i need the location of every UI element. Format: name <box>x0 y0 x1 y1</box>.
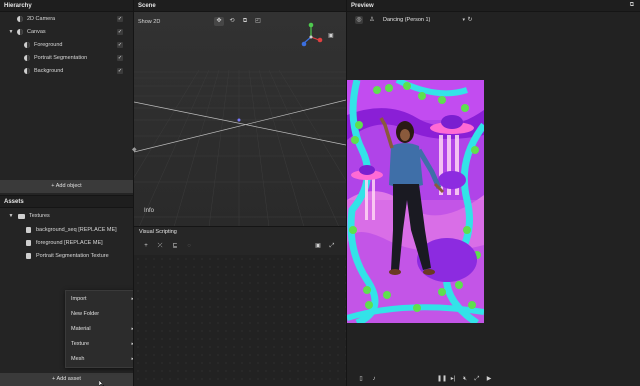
add-node-icon[interactable]: + <box>142 242 150 250</box>
menu-item-label: Import <box>71 296 87 302</box>
hierarchy-item-label: Portrait Segmentation <box>34 55 88 61</box>
hierarchy-item-background[interactable]: Background ✓ <box>0 65 133 77</box>
menu-item-texture[interactable]: Texture ▸ <box>66 337 138 352</box>
preview-bottom-toolbar: ▯ ♪ ❚❚ ▸| 🔇︎ ⤢ ▶ <box>347 373 640 386</box>
info-label[interactable]: Info <box>144 208 154 214</box>
refresh-icon[interactable]: ↻ <box>466 16 474 24</box>
caret-down-icon[interactable]: ▼ <box>8 210 14 222</box>
visual-scripting-panel: Visual Scripting + ⤫ ⊑ ○ ▣ ⤢ <box>134 227 346 386</box>
device-icon[interactable]: ▯ <box>357 375 365 383</box>
texture-file-icon <box>26 253 31 259</box>
lens-select-value: Dancing (Person 1) <box>383 17 431 23</box>
visibility-checkbox[interactable]: ✓ <box>117 42 123 48</box>
drag-handle-icon[interactable]: ◆ <box>132 146 137 153</box>
texture-file-icon <box>26 227 31 233</box>
node-group-icon[interactable]: ⊑ <box>171 242 179 250</box>
menu-item-label: Texture <box>71 341 90 347</box>
hierarchy-item-label: 2D Camera <box>27 16 56 22</box>
person-icon[interactable]: ♙ <box>368 16 376 24</box>
preview-panel: Preview ⧉ ◎ ♙ Dancing (Person 1) ▾ ↻ ▯ ♪… <box>347 0 640 386</box>
add-object-button[interactable]: + Add object <box>0 180 133 193</box>
record-icon[interactable]: ▶ <box>485 375 493 383</box>
hierarchy-item-foreground[interactable]: Foreground ✓ <box>0 39 133 51</box>
hierarchy-title: Hierarchy <box>0 0 133 12</box>
preview-toolbar: ◎ ♙ Dancing (Person 1) ▾ ↻ <box>347 12 640 29</box>
panel-divider[interactable] <box>133 0 134 386</box>
menu-item-new-folder[interactable]: New Folder <box>66 307 138 322</box>
asset-folder-label: Textures <box>29 213 50 219</box>
panel-divider[interactable] <box>346 0 347 386</box>
assets-title: Assets <box>0 196 133 208</box>
camera-object-icon <box>17 16 23 22</box>
step-forward-icon[interactable]: ▸| <box>449 375 457 383</box>
folder-icon <box>18 214 25 219</box>
visibility-checkbox[interactable]: ✓ <box>117 16 123 22</box>
asset-folder-textures[interactable]: ▼ Textures <box>0 210 133 222</box>
visibility-checkbox[interactable]: ✓ <box>117 55 123 61</box>
preview-title: Preview <box>347 0 640 12</box>
expand-icon[interactable]: ⤢ <box>328 242 336 250</box>
asset-item-label: Portrait Segmentation Texture <box>36 253 109 259</box>
caret-down-icon[interactable]: ▼ <box>8 26 14 38</box>
hierarchy-panel: Hierarchy 2D Camera ✓ ▼ Canvas ✓ Foregro… <box>0 0 133 195</box>
asset-item-label: background_seq [REPLACE ME] <box>36 227 117 233</box>
frame-icon[interactable]: ▣ <box>314 242 322 250</box>
add-asset-button[interactable]: + Add asset <box>0 373 133 386</box>
camera-view-icon[interactable]: ▣ <box>328 32 334 39</box>
hierarchy-item-canvas[interactable]: ▼ Canvas ✓ <box>0 26 133 38</box>
lens-select[interactable]: Dancing (Person 1) ▾ <box>380 14 468 26</box>
panel-divider[interactable] <box>134 226 346 227</box>
visual-scripting-title: Visual Scripting <box>139 229 177 235</box>
menu-item-import[interactable]: Import ▸ <box>66 292 138 307</box>
visual-scripting-canvas[interactable] <box>134 255 346 386</box>
menu-item-label: Mesh <box>71 356 85 362</box>
image-object-icon <box>24 55 30 61</box>
asset-item-label: foreground [REPLACE ME] <box>36 240 103 246</box>
menu-item-mesh[interactable]: Mesh ▸ <box>66 352 138 367</box>
tiktok-icon[interactable]: ♪ <box>370 375 378 383</box>
image-object-icon <box>24 42 30 48</box>
asset-item[interactable]: Portrait Segmentation Texture <box>0 250 133 262</box>
menu-item-material[interactable]: Material ▸ <box>66 322 138 337</box>
hierarchy-item-label: Foreground <box>34 42 63 48</box>
pause-icon[interactable]: ❚❚ <box>437 375 447 383</box>
panel-divider[interactable] <box>0 195 133 196</box>
comment-icon[interactable]: ○ <box>185 242 193 250</box>
asset-item[interactable]: background_seq [REPLACE ME] <box>0 224 133 236</box>
chevron-down-icon: ▾ <box>462 17 465 23</box>
scene-panel: Scene Show 2D ✥ ⟲ ⧉ ◰ ▣ Info <box>134 0 346 227</box>
scene-title: Scene <box>134 0 346 12</box>
preview-image <box>347 80 484 323</box>
orientation-gizmo-icon[interactable] <box>300 22 328 52</box>
visibility-checkbox[interactable]: ✓ <box>117 29 123 35</box>
menu-item-label: Material <box>71 326 91 332</box>
face-tracking-icon[interactable]: ◎ <box>355 16 363 24</box>
mute-icon[interactable]: 🔇︎ <box>461 375 469 383</box>
mouse-cursor-icon <box>99 380 105 386</box>
hierarchy-item-2d-camera[interactable]: 2D Camera ✓ <box>0 13 133 25</box>
hierarchy-item-label: Canvas <box>27 29 46 35</box>
texture-file-icon <box>26 240 31 246</box>
node-connect-icon[interactable]: ⤫ <box>156 242 164 250</box>
canvas-object-icon <box>17 29 23 35</box>
menu-item-label: New Folder <box>71 311 100 317</box>
asset-item[interactable]: foreground [REPLACE ME] <box>0 237 133 249</box>
context-menu: Import ▸ New Folder Material ▸ Texture ▸… <box>65 290 139 368</box>
scene-viewport[interactable]: Show 2D ✥ ⟲ ⧉ ◰ ▣ Info <box>134 12 346 227</box>
image-object-icon <box>24 68 30 74</box>
visibility-checkbox[interactable]: ✓ <box>117 68 123 74</box>
hierarchy-item-label: Background <box>34 68 64 74</box>
dancing-person-preview <box>347 80 484 323</box>
hierarchy-item-portrait-segmentation[interactable]: Portrait Segmentation ✓ <box>0 52 133 64</box>
popout-icon[interactable]: ⧉ <box>630 2 634 9</box>
fullscreen-icon[interactable]: ⤢ <box>473 375 481 383</box>
